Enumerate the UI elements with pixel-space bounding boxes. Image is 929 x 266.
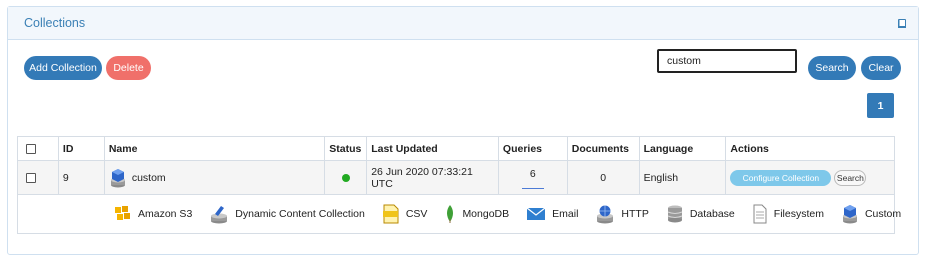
filesystem-icon (753, 204, 767, 224)
legend-item: Filesystem (752, 204, 824, 224)
legend-item: Amazon S3 (114, 205, 192, 223)
email-icon (526, 207, 546, 220)
column-header-id[interactable]: ID (59, 137, 105, 160)
legend-row: Amazon S3 Dynamic Content Collection CSV (18, 195, 901, 233)
row-checkbox[interactable] (26, 172, 36, 183)
legend-item: Database (666, 204, 735, 224)
legend-label: MongoDB (462, 208, 510, 220)
legend-item: Email (526, 206, 578, 222)
legend-item: Custom (841, 204, 901, 224)
legend-label: HTTP (621, 208, 649, 220)
row-search-button[interactable]: Search (834, 169, 867, 186)
collection-type-legend: Amazon S3 Dynamic Content Collection CSV (18, 195, 918, 233)
database-icon (667, 205, 683, 223)
legend-label: Amazon S3 (138, 208, 193, 220)
column-header-language[interactable]: Language (640, 137, 727, 160)
legend-label: CSV (405, 208, 428, 220)
row-id-text: 9 (62, 171, 69, 184)
custom-icon (110, 168, 125, 187)
language-text: English (643, 171, 679, 184)
row-documents: 0 (567, 161, 640, 194)
search-button[interactable]: Search (808, 56, 856, 80)
csv-icon (382, 204, 399, 224)
last-updated-text: 26 Jun 2020 07:33:21 UTC (371, 165, 473, 190)
table-header-row: ID Name Status Last Updated Queries Docu… (18, 137, 894, 161)
column-label: Documents (571, 142, 629, 155)
row-last-updated: 26 Jun 2020 07:33:21 UTC (367, 161, 499, 194)
column-label: Actions (730, 142, 769, 155)
configure-collection-button[interactable]: Configure Collection (730, 169, 832, 186)
legend-label: Filesystem (773, 208, 824, 220)
column-header-last-updated[interactable]: Last Updated (367, 137, 499, 160)
clear-button[interactable]: Clear (861, 56, 901, 80)
add-collection-button[interactable]: Add Collection (24, 56, 102, 80)
row-name: custom (104, 161, 326, 194)
amazon-s3-icon (115, 206, 130, 220)
row-actions: Configure Collection Search (726, 161, 894, 194)
column-label: ID (62, 142, 74, 155)
panel-heading: Collections (8, 7, 918, 40)
legend-label: Email (552, 208, 579, 220)
column-label: Name (108, 142, 138, 155)
status-indicator (341, 173, 350, 182)
queries-count: 6 (529, 168, 536, 180)
column-header-actions: Actions (726, 137, 894, 160)
row-language: English (639, 161, 727, 194)
legend-item: CSV (382, 204, 428, 224)
collections-table: ID Name Status Last Updated Queries Docu… (17, 136, 901, 234)
queries-sparkline (521, 188, 544, 189)
column-header-queries[interactable]: Queries (499, 137, 568, 160)
pagination-page-1[interactable]: 1 (867, 93, 894, 118)
column-label: Language (643, 142, 694, 155)
delete-button[interactable]: Delete (106, 56, 151, 80)
column-header-documents[interactable]: Documents (568, 137, 640, 160)
column-header-name[interactable]: Name (105, 137, 326, 160)
mongodb-icon (447, 205, 454, 223)
legend-label: Custom (864, 208, 902, 220)
legend-item: MongoDB (444, 204, 509, 224)
legend-item: Dynamic Content Collection (209, 204, 365, 224)
row-status (325, 161, 368, 194)
column-label: Queries (502, 142, 543, 155)
row-queries: 6 (498, 161, 568, 194)
dynamic-content-icon (211, 206, 228, 224)
http-icon (597, 205, 614, 224)
column-label: Last Updated (371, 142, 438, 155)
row-id: 9 (58, 161, 105, 194)
column-label: Status (329, 142, 362, 155)
select-all-checkbox[interactable] (26, 143, 36, 154)
custom-icon (842, 205, 857, 224)
select-all-cell (18, 137, 59, 160)
table-row: 9 custom 26 Jun 2020 07:33:21 UTC 6 0 En… (18, 161, 894, 195)
legend-label: Dynamic Content Collection (235, 208, 365, 220)
documents-count: 0 (600, 171, 607, 184)
collection-name-link[interactable]: custom (132, 172, 166, 184)
legend-label: Database (689, 208, 735, 220)
row-select-cell (18, 161, 59, 194)
legend-item: HTTP (595, 204, 649, 224)
panel-title: Collections (24, 16, 86, 30)
column-header-status[interactable]: Status (325, 137, 368, 160)
search-input[interactable]: custom (657, 49, 797, 73)
book-icon[interactable] (897, 18, 908, 29)
